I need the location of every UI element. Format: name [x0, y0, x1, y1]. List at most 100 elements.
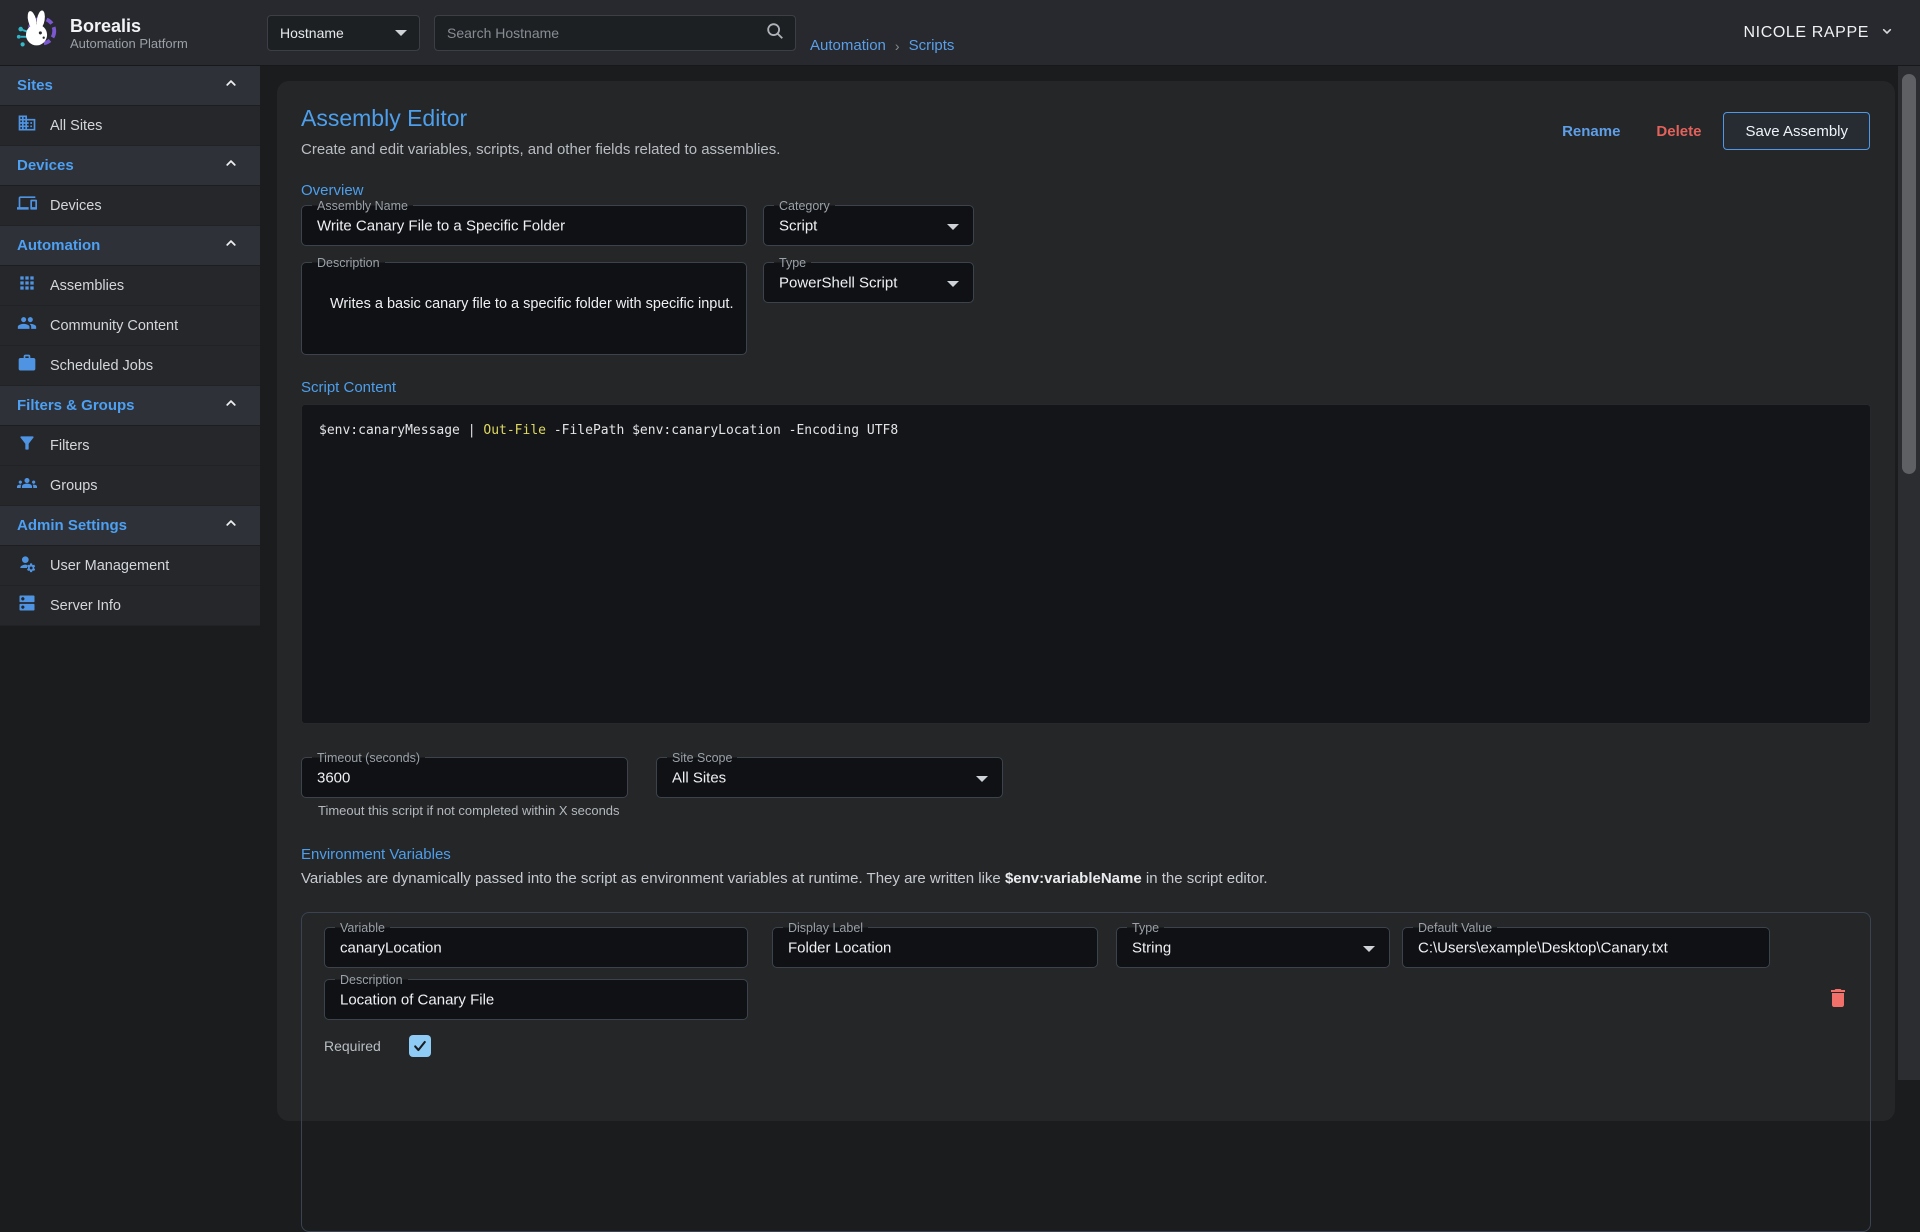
category-select[interactable]: Category Script [763, 205, 974, 246]
user-menu[interactable]: NICOLE RAPPE [1744, 0, 1895, 66]
page-title: Assembly Editor [301, 105, 467, 132]
chevron-up-icon [222, 234, 240, 257]
chevron-up-icon [222, 514, 240, 537]
sidebar-item-scheduled-jobs[interactable]: Scheduled Jobs [0, 346, 260, 386]
field-value: Location of Canary File [340, 991, 494, 1008]
code-line: $env:canaryMessage | Out-File -FilePath … [319, 423, 898, 438]
field-label: Description [335, 972, 408, 988]
sidebar-item-all-sites[interactable]: All Sites [0, 106, 260, 146]
sidebar: Sites All Sites Devices Devices Automati… [0, 66, 260, 626]
breadcrumb-automation[interactable]: Automation [810, 37, 886, 54]
sidebar-item-groups[interactable]: Groups [0, 466, 260, 506]
save-assembly-button[interactable]: Save Assembly [1723, 112, 1870, 150]
scrollbar-thumb[interactable] [1902, 74, 1916, 474]
assembly-name-field[interactable]: Assembly Name Write Canary File to a Spe… [301, 205, 747, 246]
type-select[interactable]: Type PowerShell Script [763, 262, 974, 303]
brand-name: Borealis [70, 16, 188, 36]
field-value: canaryLocation [340, 939, 442, 956]
field-value: Write Canary File to a Specific Folder [317, 217, 565, 234]
overview-section-label: Overview [301, 182, 364, 199]
sidebar-section-devices[interactable]: Devices [0, 146, 260, 186]
sidebar-item-label: Server Info [50, 598, 121, 614]
site-scope-select[interactable]: Site Scope All Sites [656, 757, 1003, 798]
sidebar-item-assemblies[interactable]: Assemblies [0, 266, 260, 306]
people-icon [17, 313, 37, 338]
field-label: Timeout (seconds) [312, 750, 425, 766]
description-field[interactable]: Description Writes a basic canary file t… [301, 262, 747, 355]
assembly-editor-card: Assembly Editor Create and edit variable… [277, 81, 1895, 1121]
sidebar-item-server-info[interactable]: Server Info [0, 586, 260, 626]
breadcrumb-scripts[interactable]: Scripts [909, 37, 955, 54]
chevron-down-icon [395, 30, 407, 36]
variable-type-select[interactable]: Type String [1116, 927, 1390, 968]
variable-description-field[interactable]: Description Location of Canary File [324, 979, 748, 1020]
sidebar-section-sites[interactable]: Sites [0, 66, 260, 106]
sidebar-item-label: Filters [50, 438, 89, 454]
sidebar-section-label: Filters & Groups [17, 397, 135, 414]
devices-icon [17, 193, 37, 218]
display-label-field[interactable]: Display Label Folder Location [772, 927, 1098, 968]
script-content-section-label: Script Content [301, 379, 396, 396]
field-value: PowerShell Script [779, 274, 897, 291]
sidebar-section-automation[interactable]: Automation [0, 226, 260, 266]
page-subtitle: Create and edit variables, scripts, and … [301, 141, 780, 158]
delete-button[interactable]: Delete [1642, 115, 1715, 148]
sidebar-item-label: All Sites [50, 118, 102, 134]
sidebar-section-label: Sites [17, 77, 53, 94]
borealis-rabbit-logo-icon [14, 8, 60, 59]
search-input[interactable] [447, 25, 765, 41]
sidebar-item-label: User Management [50, 558, 169, 574]
variable-name-field[interactable]: Variable canaryLocation [324, 927, 748, 968]
required-label: Required [324, 1038, 381, 1054]
default-value-field[interactable]: Default Value C:\Users\example\Desktop\C… [1402, 927, 1770, 968]
field-value: All Sites [672, 769, 726, 786]
sidebar-item-filters[interactable]: Filters [0, 426, 260, 466]
dropdown-arrow-icon [1363, 946, 1375, 952]
filter-funnel-icon [17, 433, 37, 458]
sidebar-section-admin-settings[interactable]: Admin Settings [0, 506, 260, 546]
field-label: Category [774, 198, 835, 214]
sidebar-item-label: Groups [50, 478, 98, 494]
chevron-up-icon [222, 74, 240, 97]
brand[interactable]: Borealis Automation Platform [14, 8, 188, 59]
environment-variables-description: Variables are dynamically passed into th… [301, 870, 1268, 887]
brand-tagline: Automation Platform [70, 36, 188, 51]
sidebar-item-community-content[interactable]: Community Content [0, 306, 260, 346]
required-checkbox[interactable] [409, 1035, 431, 1057]
chevron-up-icon [222, 154, 240, 177]
sidebar-item-devices[interactable]: Devices [0, 186, 260, 226]
breadcrumb-separator: › [895, 38, 900, 54]
required-row: Required [324, 1035, 431, 1057]
groups-icon [17, 473, 37, 498]
sidebar-section-label: Devices [17, 157, 74, 174]
field-label: Display Label [783, 920, 868, 936]
user-gear-icon [17, 553, 37, 578]
hostname-select-value: Hostname [280, 25, 395, 41]
script-code-editor[interactable]: $env:canaryMessage | Out-File -FilePath … [301, 404, 1871, 724]
dropdown-arrow-icon [976, 776, 988, 782]
hostname-select[interactable]: Hostname [267, 15, 420, 51]
top-bar: Borealis Automation Platform Hostname Au… [0, 0, 1920, 66]
sidebar-section-filters-groups[interactable]: Filters & Groups [0, 386, 260, 426]
sidebar-item-label: Devices [50, 198, 102, 214]
field-label: Assembly Name [312, 198, 413, 214]
field-label: Default Value [1413, 920, 1497, 936]
timeout-field[interactable]: Timeout (seconds) 3600 [301, 757, 628, 798]
search-icon [765, 21, 785, 46]
field-label: Description [312, 255, 385, 271]
field-value: Writes a basic canary file to a specific… [330, 293, 736, 316]
scrollbar-track[interactable] [1898, 66, 1920, 1080]
powershell-cmdlet: Out-File [483, 423, 546, 438]
breadcrumb: Automation › Scripts [810, 37, 954, 54]
rename-button[interactable]: Rename [1548, 115, 1634, 148]
trash-icon [1826, 998, 1850, 1013]
sidebar-item-user-management[interactable]: User Management [0, 546, 260, 586]
delete-variable-button[interactable] [1824, 985, 1852, 1013]
editor-actions: Rename Delete Save Assembly [1548, 112, 1870, 150]
field-value: Script [779, 217, 817, 234]
field-value: 3600 [317, 769, 350, 786]
timeout-helper-text: Timeout this script if not completed wit… [318, 803, 620, 818]
building-icon [17, 113, 37, 138]
user-name: NICOLE RAPPE [1744, 24, 1869, 42]
chevron-up-icon [222, 394, 240, 417]
